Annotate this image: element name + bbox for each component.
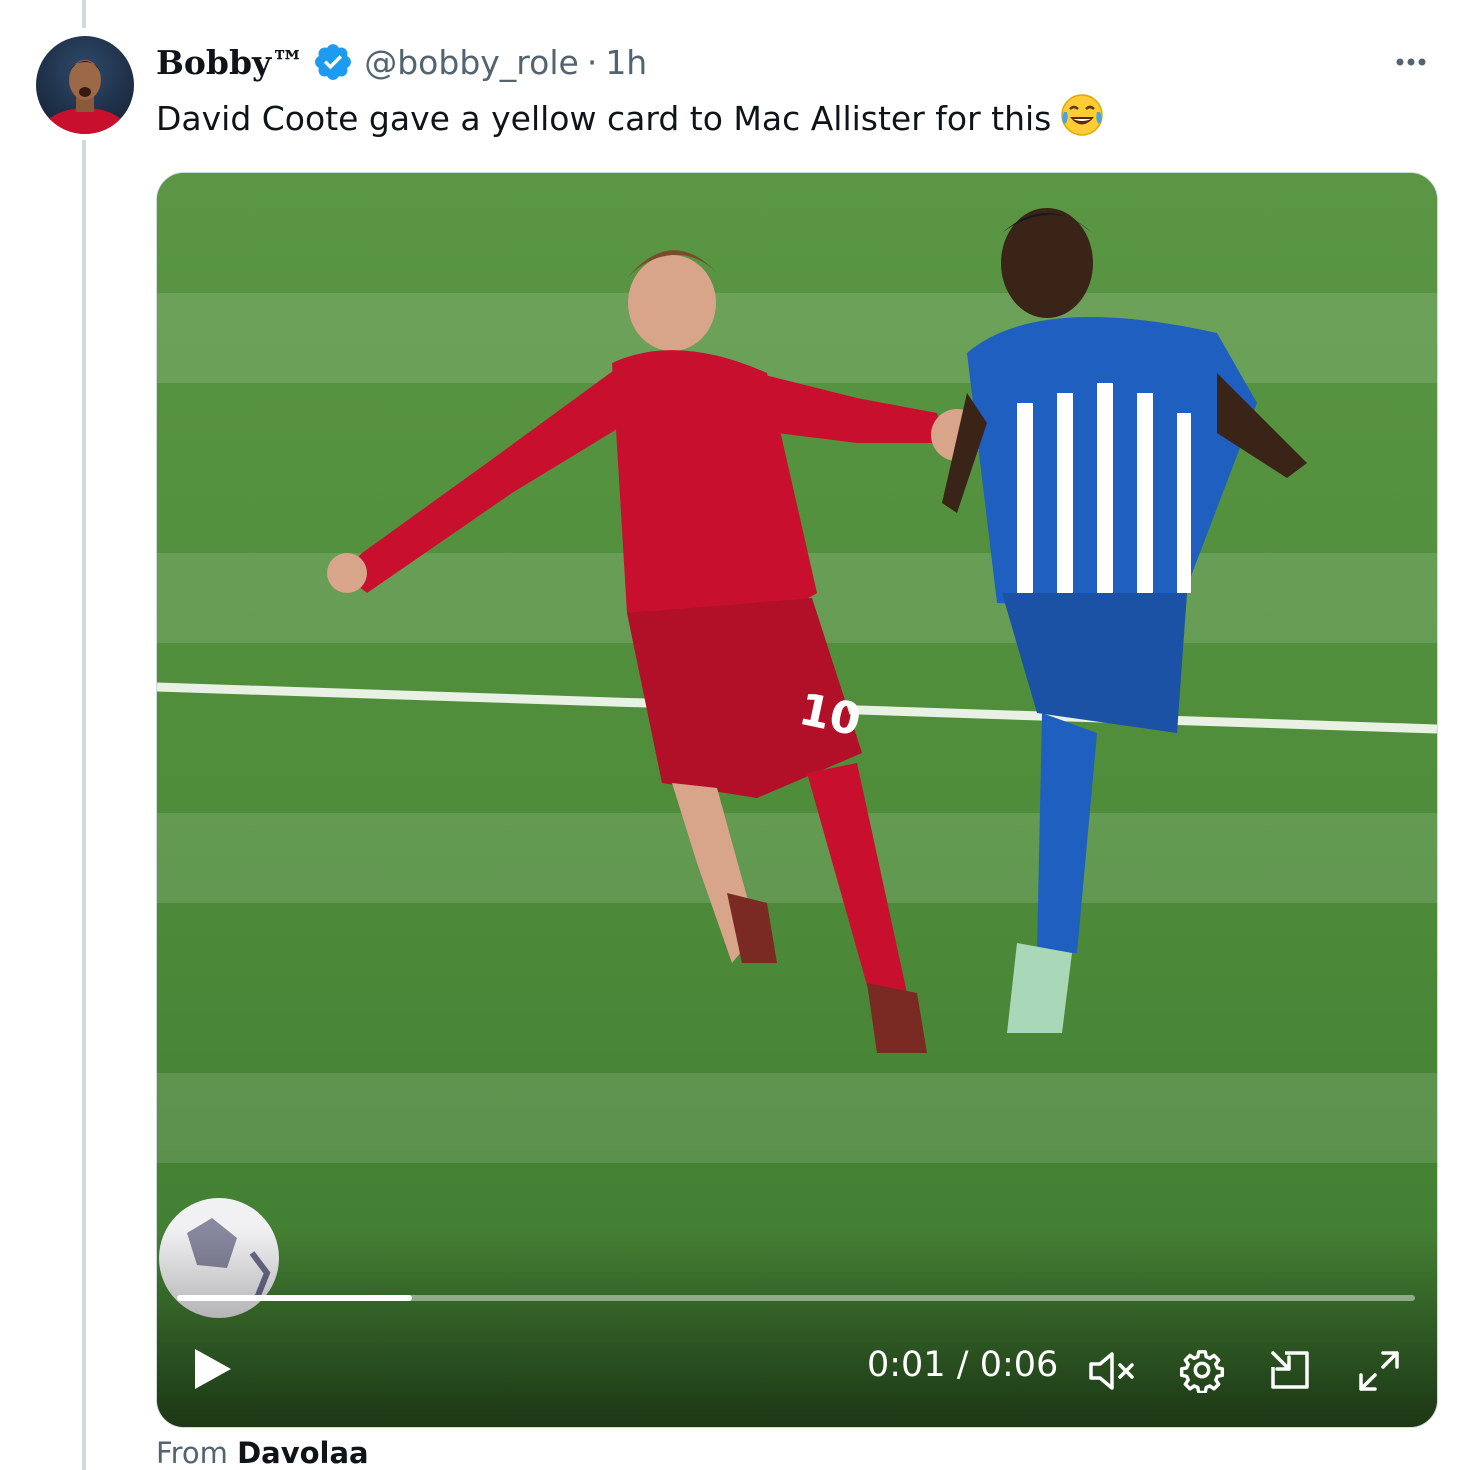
- progress-fill: [177, 1295, 413, 1301]
- time-divider: /: [956, 1345, 969, 1385]
- picture-in-picture-icon[interactable]: [1267, 1347, 1313, 1393]
- thread-connector: [82, 140, 86, 1470]
- time-duration: 0:06: [979, 1345, 1059, 1385]
- progress-bar[interactable]: [177, 1295, 1415, 1301]
- play-icon[interactable]: [191, 1345, 235, 1393]
- separator-dot: ·: [586, 42, 598, 82]
- fullscreen-icon[interactable]: [1355, 1347, 1403, 1395]
- tweet-text: David Coote gave a yellow card to Mac Al…: [156, 92, 1105, 143]
- user-handle[interactable]: @bobby_role: [364, 43, 579, 82]
- verified-badge-icon: [312, 41, 354, 83]
- avatar[interactable]: [36, 36, 134, 134]
- time-display: 0:01 / 0:06: [867, 1345, 1058, 1385]
- video-player[interactable]: 10 0:01 / 0:06: [156, 172, 1438, 1428]
- face-with-tears-of-joy-icon: [1059, 92, 1105, 138]
- tweet-header: Bobby™ @bobby_role · 1h: [156, 38, 647, 86]
- volume-muted-icon[interactable]: [1087, 1349, 1139, 1393]
- more-horizontal-icon[interactable]: [1388, 44, 1434, 80]
- time-elapsed: 0:01: [867, 1345, 946, 1385]
- media-source: From Davolaa: [156, 1436, 369, 1470]
- tweet-body: David Coote gave a yellow card to Mac Al…: [156, 99, 1052, 138]
- controls-overlay: [157, 1227, 1437, 1427]
- source-account-link[interactable]: Davolaa: [237, 1436, 369, 1470]
- source-prefix: From: [156, 1436, 228, 1470]
- settings-gear-icon[interactable]: [1179, 1347, 1225, 1395]
- display-name[interactable]: Bobby™: [156, 43, 304, 82]
- timestamp[interactable]: 1h: [605, 43, 647, 82]
- thread-connector-top: [82, 0, 86, 28]
